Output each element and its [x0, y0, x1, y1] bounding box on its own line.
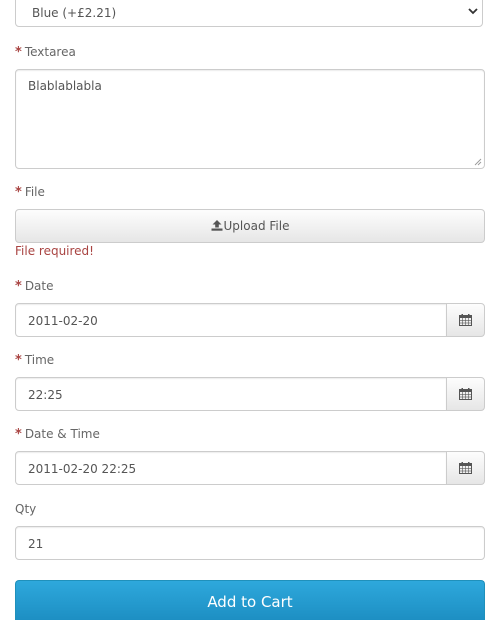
textarea-value: Blablablabla — [28, 79, 102, 93]
calendar-icon — [459, 462, 472, 474]
required-marker: * — [15, 353, 22, 368]
required-marker: * — [15, 427, 22, 442]
option-select[interactable]: Blue (+£2.21) — [15, 0, 483, 27]
required-marker: * — [15, 45, 22, 60]
date-label: * Date — [15, 279, 54, 294]
add-to-cart-button[interactable]: Add to Cart — [15, 580, 485, 620]
qty-label: Qty — [15, 502, 37, 516]
datetime-picker-button[interactable] — [446, 451, 485, 485]
qty-input[interactable]: 21 — [15, 526, 485, 560]
datetime-label: * Date & Time — [15, 427, 100, 442]
time-label-text: Time — [24, 353, 55, 367]
time-input[interactable]: 22:25 — [15, 377, 447, 411]
required-marker: * — [15, 279, 22, 294]
time-label: * Time — [15, 353, 54, 368]
chevron-down-icon — [468, 8, 478, 15]
time-picker-button[interactable] — [446, 377, 485, 411]
time-value: 22:25 — [28, 388, 63, 402]
date-label-text: Date — [24, 279, 54, 293]
textarea-label: * Textarea — [15, 45, 76, 60]
date-input[interactable]: 2011-02-20 — [15, 303, 447, 337]
datetime-label-text: Date & Time — [24, 427, 100, 441]
date-input-group: 2011-02-20 — [15, 303, 485, 337]
resize-grip-icon[interactable] — [474, 158, 482, 166]
upload-file-label: Upload File — [223, 219, 290, 233]
required-marker: * — [15, 185, 22, 200]
date-value: 2011-02-20 — [28, 314, 98, 328]
file-error: File required! — [15, 244, 94, 258]
file-label: * File — [15, 185, 45, 200]
date-picker-button[interactable] — [446, 303, 485, 337]
calendar-icon — [459, 388, 472, 400]
datetime-input-group: 2011-02-20 22:25 — [15, 451, 485, 485]
qty-value: 21 — [28, 537, 44, 551]
upload-file-button[interactable]: Upload File — [15, 209, 485, 243]
textarea-field[interactable]: Blablablabla — [15, 69, 485, 169]
upload-icon — [211, 220, 223, 231]
file-label-text: File — [24, 185, 45, 199]
datetime-input[interactable]: 2011-02-20 22:25 — [15, 451, 447, 485]
textarea-label-text: Textarea — [24, 45, 76, 59]
time-input-group: 22:25 — [15, 377, 485, 411]
datetime-value: 2011-02-20 22:25 — [28, 462, 137, 476]
calendar-icon — [459, 314, 472, 326]
option-select-value: Blue (+£2.21) — [32, 6, 117, 20]
